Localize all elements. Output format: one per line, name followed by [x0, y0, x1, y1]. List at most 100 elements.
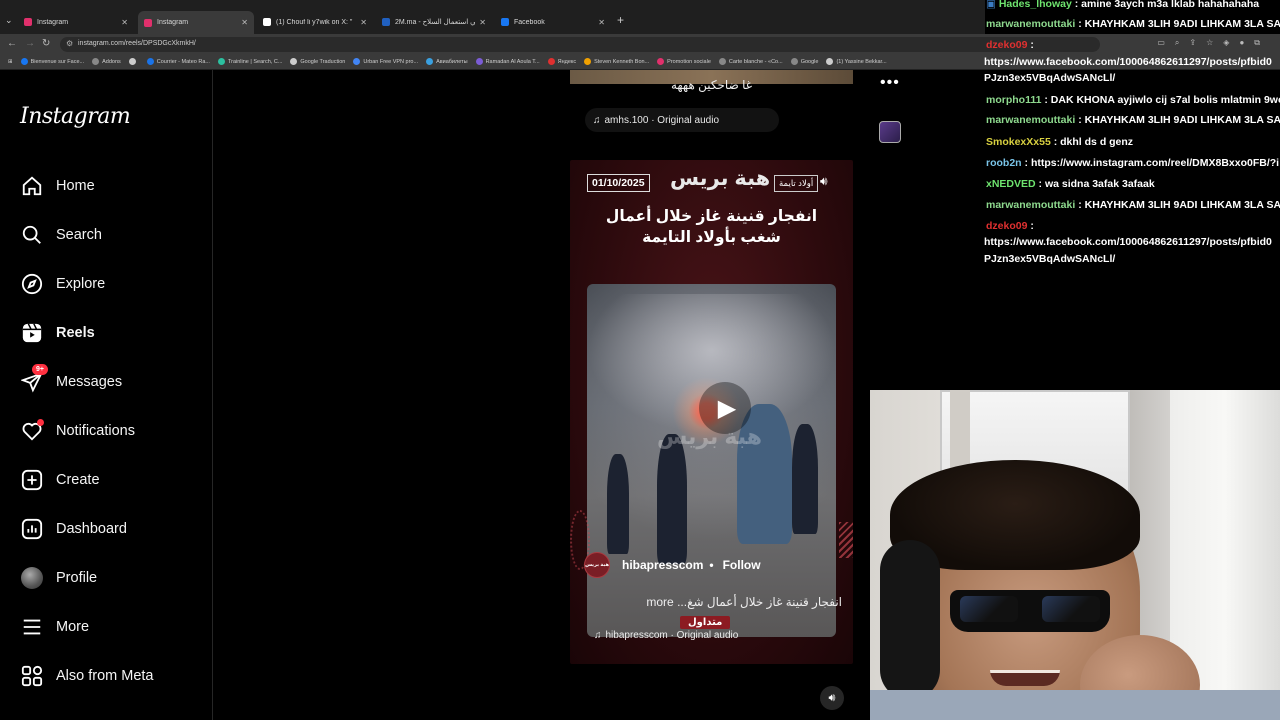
tab-title: Instagram	[157, 19, 189, 26]
browser-tab[interactable]: 2M.ma - هي استعمال السلاح ✕	[376, 13, 492, 31]
chat-text: KHAYHKAM 3LIH 9ADI LIHKAM 3LA SA	[1084, 18, 1280, 30]
bookmark-favicon-icon	[426, 58, 434, 65]
bookmark-item[interactable]: Google Traduction	[290, 58, 345, 65]
mute-toggle-button[interactable]: 🔊︎	[820, 686, 844, 710]
nav-item-messages[interactable]: 9+ Messages	[20, 364, 123, 397]
nav-item-explore[interactable]: Explore	[20, 269, 105, 299]
back-icon[interactable]: ←	[7, 38, 17, 49]
headset	[880, 540, 940, 700]
reload-icon[interactable]: ↻	[42, 38, 50, 49]
bookmark-item[interactable]: Steven Kenneth Bon...	[584, 58, 649, 65]
bookmark-favicon-icon	[718, 58, 726, 65]
nav-item-search[interactable]: Search	[20, 220, 102, 250]
chat-text: amine 3aych m3a lklab hahahahaha	[1081, 0, 1260, 10]
bookmark-favicon-icon	[217, 58, 225, 65]
browser-tab[interactable]: (1) Chouf li y7wik on X: " ✕	[257, 13, 373, 31]
bookmark-item[interactable]: Ramadan Al Aoula T...	[475, 58, 540, 65]
stream-chat-overlay: ▣ Hades_lhoway : amine 3aych m3a lklab h…	[982, 0, 1280, 270]
bookmark-item[interactable]	[128, 58, 139, 65]
volume-icon[interactable]: 🔊︎	[820, 174, 828, 189]
chat-message: dzeko09 :	[986, 39, 1034, 51]
nav-label: Explore	[56, 276, 106, 292]
more-options-icon[interactable]: •••	[880, 74, 900, 92]
chat-platform-icon: ▣	[986, 0, 999, 10]
author-avatar[interactable]: هبة بريس	[584, 552, 610, 578]
previous-reel-audio[interactable]: ♫ amhs.100 · Original audio	[585, 108, 779, 132]
instagram-sidebar: Instagram Home Search Explore Reels 9+ Messag…	[0, 70, 213, 720]
nav-item-home[interactable]: Home	[20, 171, 95, 201]
tab-close-icon[interactable]: ✕	[360, 18, 367, 27]
play-button[interactable]: ▶	[699, 382, 751, 434]
nav-label: Also from Meta	[56, 668, 154, 684]
tab-close-icon[interactable]: ✕	[241, 18, 248, 27]
browser-tab[interactable]: Facebook ✕	[495, 13, 611, 31]
nav-item-create[interactable]: Create	[20, 465, 100, 495]
meta-icon	[20, 664, 44, 688]
bookmark-favicon-icon	[20, 58, 28, 65]
reel-card[interactable]: 01/10/2025 هبة بريس أولاد تايمة 🔊︎ انفجا…	[570, 160, 853, 664]
bookmark-item[interactable]: Urban Free VPN pro...	[353, 58, 418, 65]
chat-separator: :	[1075, 18, 1085, 30]
caption-more-link[interactable]: more	[646, 595, 673, 609]
chat-username: dzeko09	[986, 220, 1028, 232]
chat-message: SmokexXx55 : dkhl ds d genz	[986, 136, 1133, 148]
tab-title: (1) Chouf li y7wik on X: "	[276, 18, 353, 26]
tab-close-icon[interactable]: ✕	[598, 18, 605, 27]
previous-reel-audio-label: amhs.100 · Original audio	[604, 114, 720, 126]
tab-title: Instagram	[37, 18, 69, 26]
bookmark-item[interactable]: Google	[790, 58, 819, 65]
browser-tab[interactable]: Instagram ✕	[18, 13, 134, 31]
nav-item-notifications[interactable]: Notifications	[20, 416, 135, 446]
follow-button[interactable]: Follow	[723, 558, 761, 572]
nav-item-dashboard[interactable]: Dashboard	[20, 514, 127, 544]
tab-favicon-icon	[24, 18, 32, 26]
chat-message: xNEDVED : wa sidna 3afak 3afaak	[986, 178, 1155, 190]
nav-label: Messages	[56, 374, 123, 390]
reel-audio[interactable]: ♫ hibapresscom · Original audio	[594, 630, 738, 641]
nav-item-also-from-meta[interactable]: Also from Meta	[20, 661, 154, 691]
reel-video[interactable]: هبة بريس ▶	[587, 284, 836, 637]
tab-favicon-icon	[144, 18, 152, 27]
instagram-logo[interactable]: Instagram	[20, 104, 131, 129]
bookmark-item[interactable]: Яндекс	[547, 58, 576, 65]
audio-thumbnail[interactable]	[879, 121, 901, 143]
bookmark-favicon-icon	[790, 58, 798, 65]
bookmark-label: Addons	[102, 58, 121, 65]
messages-icon: 9+	[20, 364, 48, 394]
apps-icon[interactable]: ⊞	[8, 59, 13, 65]
bookmark-label: Google	[800, 58, 819, 65]
tab-title: Facebook	[514, 18, 545, 26]
tab-close-icon[interactable]: ✕	[479, 18, 486, 27]
nav-item-profile[interactable]: Profile	[20, 563, 97, 593]
url-field[interactable]: ⚙ instagram.com/reels/DPSDGcXkmkH/	[60, 37, 1100, 52]
author-username[interactable]: hibapresscom	[622, 558, 703, 572]
chat-separator: :	[1021, 157, 1031, 169]
search-icon	[20, 223, 44, 247]
nav-item-reels[interactable]: Reels	[20, 318, 95, 348]
chat-text: DAK KHONA ayjiwlo cij s7al bolis mlatmin…	[1050, 94, 1280, 106]
bookmark-label: Carte blanche - «Co...	[728, 58, 783, 65]
bookmark-item[interactable]: Addons	[92, 58, 121, 65]
bookmark-item[interactable]: Carte blanche - «Co...	[718, 58, 783, 65]
site-info-icon[interactable]: ⚙	[66, 39, 73, 48]
bookmark-item[interactable]: Courrier - Mateo Ra...	[146, 58, 210, 65]
tab-search-chevron-icon[interactable]: ⌄	[5, 15, 13, 26]
browser-tab[interactable]: Instagram ✕	[138, 11, 254, 34]
tab-close-icon[interactable]: ✕	[121, 18, 128, 27]
bookmark-item[interactable]: Bienvenue sur Face...	[20, 58, 84, 65]
music-note-icon: ♫	[594, 630, 602, 641]
video-person	[607, 454, 629, 554]
bookmark-favicon-icon	[290, 58, 298, 65]
nav-label: Dashboard	[56, 521, 127, 537]
new-tab-button[interactable]: +	[617, 13, 624, 27]
nav-item-more[interactable]: More	[20, 612, 89, 642]
chat-text: wa sidna 3afak 3afaak	[1044, 178, 1155, 190]
bookmark-item[interactable]: (1) Yassine Bekkar...	[826, 58, 887, 65]
bookmark-item[interactable]: Promotion sociale	[657, 58, 711, 65]
bookmark-item[interactable]: Авиабилеты	[426, 58, 468, 65]
chat-message: ▣ Hades_lhoway : amine 3aych m3a lklab h…	[986, 0, 1259, 10]
bookmark-item[interactable]: Trainline | Search, C...	[217, 58, 282, 65]
nav-label: Notifications	[56, 423, 135, 439]
forward-icon[interactable]: →	[25, 38, 35, 49]
reel-caption[interactable]: انفجار قنينة غاز خلال أعمال شغ... more	[584, 595, 842, 609]
